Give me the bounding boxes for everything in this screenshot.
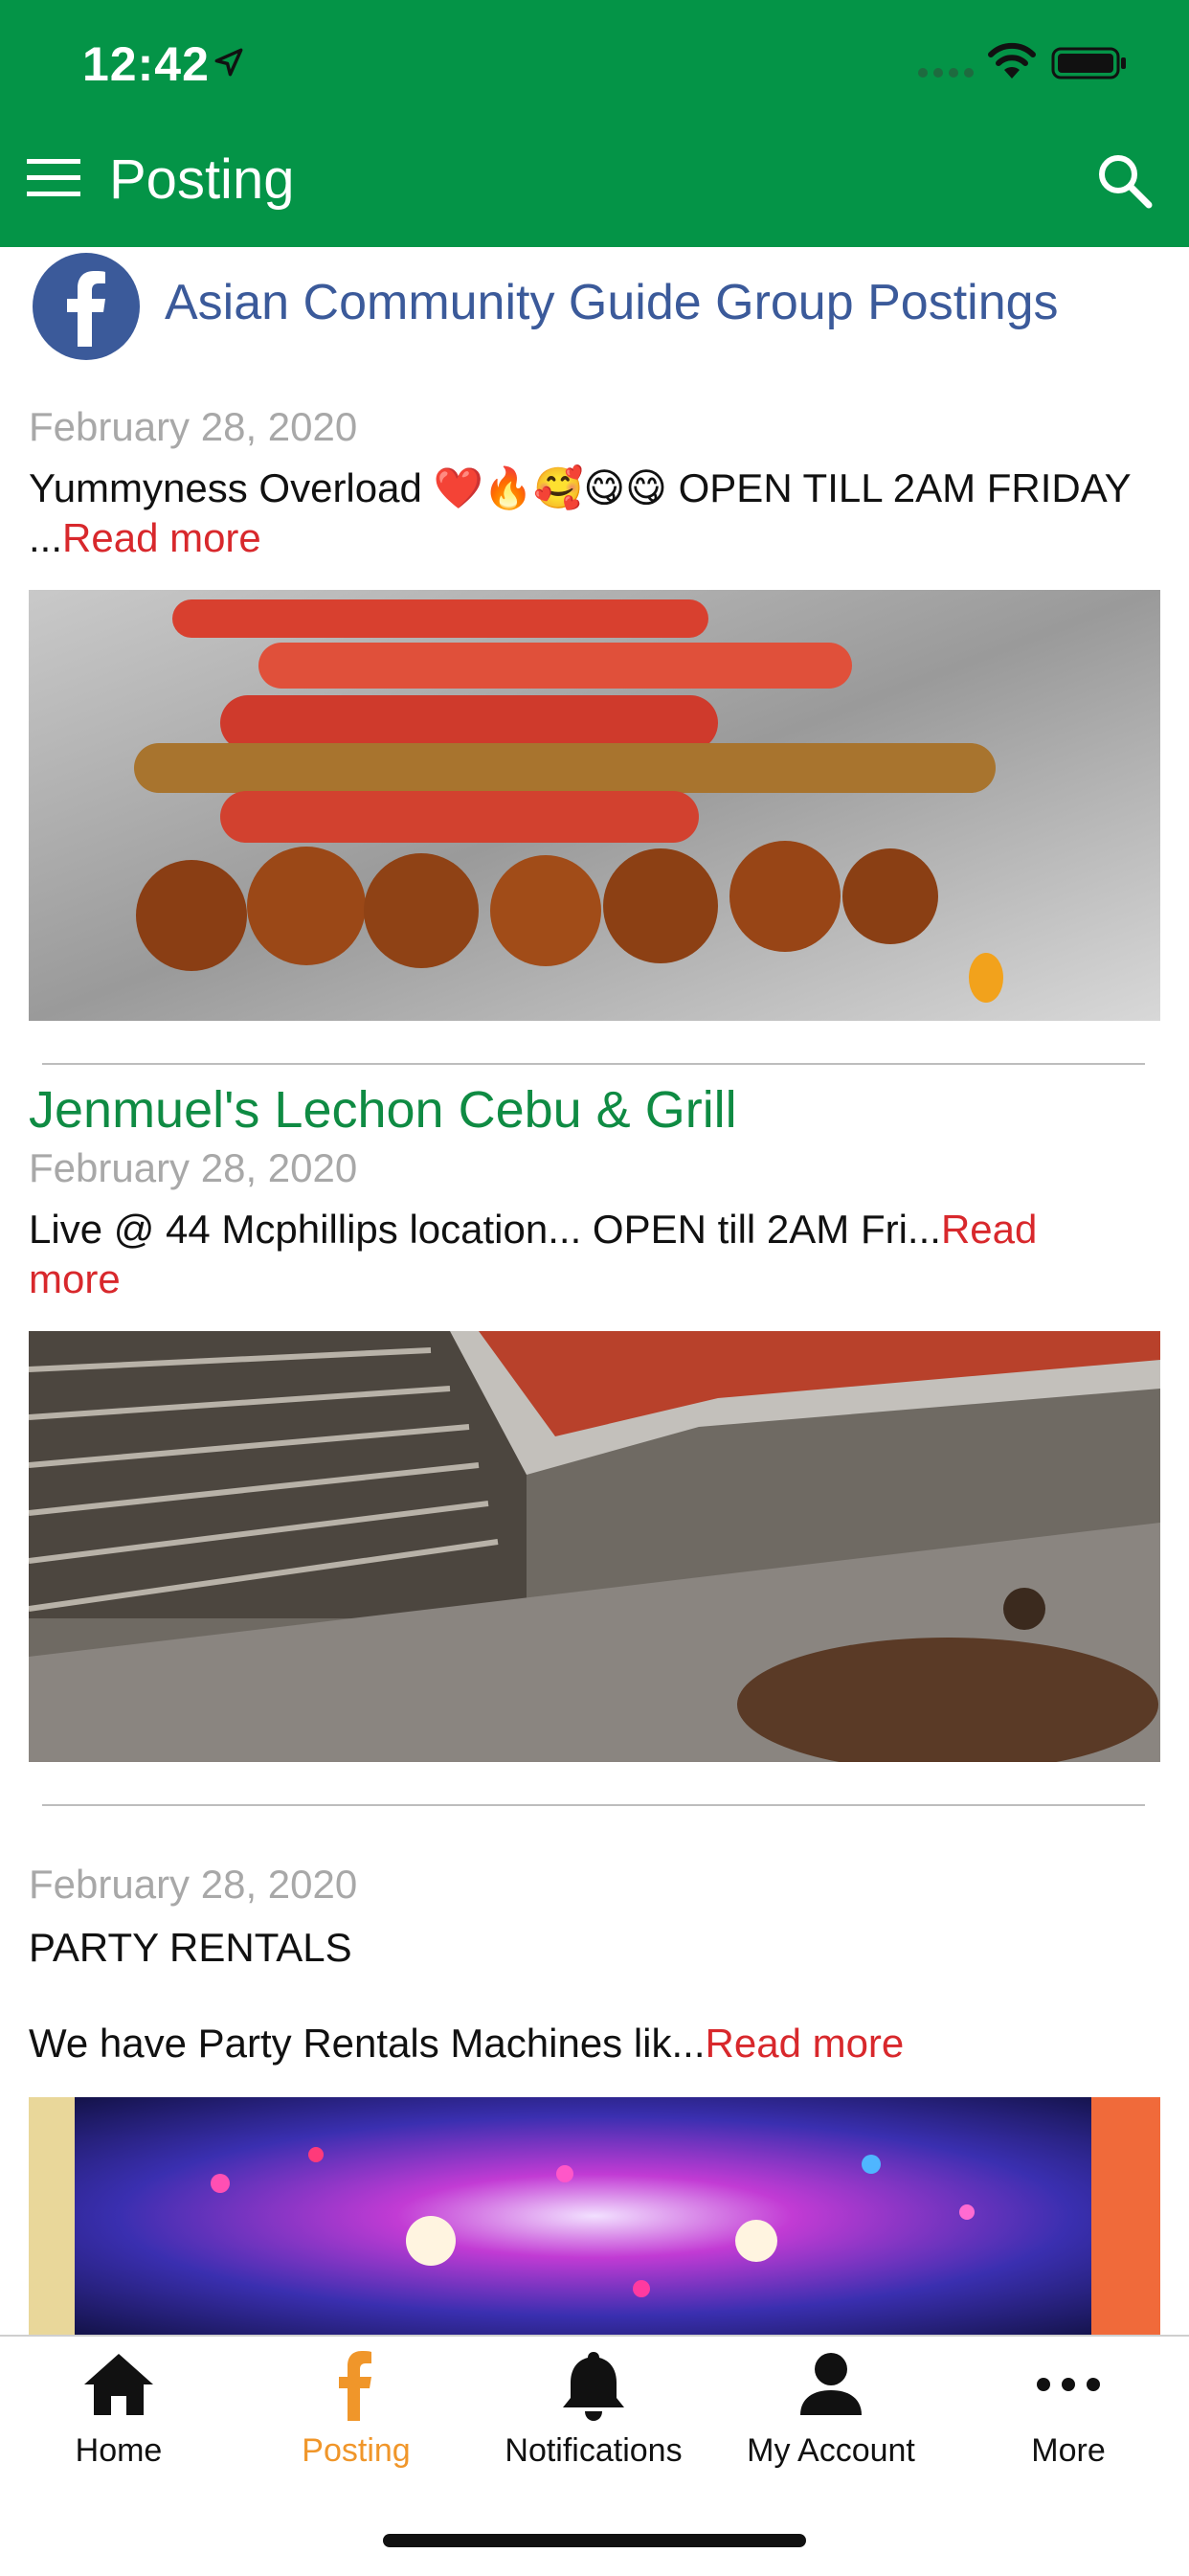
tab-home[interactable]: Home: [0, 2337, 237, 2499]
user-icon: [800, 2353, 862, 2415]
tab-posting[interactable]: Posting: [237, 2337, 475, 2499]
post-divider: [42, 1063, 1145, 1065]
post-date: February 28, 2020: [29, 1145, 358, 1190]
tab-my-account[interactable]: My Account: [712, 2337, 950, 2499]
post-date: February 28, 2020: [29, 1862, 358, 1907]
post-divider: [42, 1804, 1145, 1806]
tab-notifications[interactable]: Notifications: [475, 2337, 712, 2499]
battery-icon: [1051, 47, 1126, 79]
location-arrow-icon: [214, 48, 243, 77]
post-excerpt-heading: PARTY RENTALS: [29, 1925, 352, 1970]
post-image-grill[interactable]: [29, 1331, 1160, 1762]
signal-dots-icon: [918, 68, 974, 78]
post-image-party-lights[interactable]: [29, 2097, 1160, 2335]
facebook-logo-icon: [33, 253, 140, 360]
read-more-link[interactable]: Read more: [62, 515, 261, 560]
wifi-icon: [988, 42, 1036, 79]
more-icon: [1037, 2378, 1100, 2391]
post-excerpt-text: Live @ 44 Mcphillips location... OPEN ti…: [29, 1207, 941, 1252]
bell-icon: [563, 2352, 624, 2421]
tab-label: Posting: [302, 2432, 411, 2469]
home-indicator[interactable]: [383, 2534, 806, 2547]
status-time: 12:42: [82, 37, 210, 91]
post-excerpt-text: We have Party Rentals Machines lik...: [29, 2021, 706, 2066]
search-icon[interactable]: [1095, 151, 1153, 209]
tab-more[interactable]: More: [950, 2337, 1187, 2499]
post-excerpt: We have Party Rentals Machines lik...Rea…: [29, 2019, 1158, 2068]
facebook-icon: [339, 2351, 371, 2421]
post-title[interactable]: Jenmuel's Lechon Cebu & Grill: [29, 1080, 737, 1140]
tab-label: More: [1031, 2432, 1106, 2469]
tab-label: My Account: [747, 2432, 915, 2469]
post-excerpt: Live @ 44 Mcphillips location... OPEN ti…: [29, 1205, 1082, 1304]
post-date: February 28, 2020: [29, 404, 358, 449]
tab-label: Home: [75, 2432, 163, 2469]
hamburger-menu-icon[interactable]: [27, 157, 82, 199]
group-name: Asian Community Guide Group Postings: [165, 275, 1059, 330]
read-more-link[interactable]: Read more: [706, 2021, 905, 2066]
group-header: Asian Community Guide Group Postings: [29, 251, 1168, 362]
tab-label: Notifications: [505, 2432, 683, 2469]
post-image-grilled-skewers[interactable]: [29, 590, 1160, 1021]
post-excerpt: Yummyness Overload ❤️🔥🥰😋😋 OPEN TILL 2AM …: [29, 463, 1158, 563]
page-title: Posting: [109, 148, 295, 211]
home-icon: [84, 2354, 153, 2415]
app-header: 12:42 Posting: [0, 0, 1189, 247]
